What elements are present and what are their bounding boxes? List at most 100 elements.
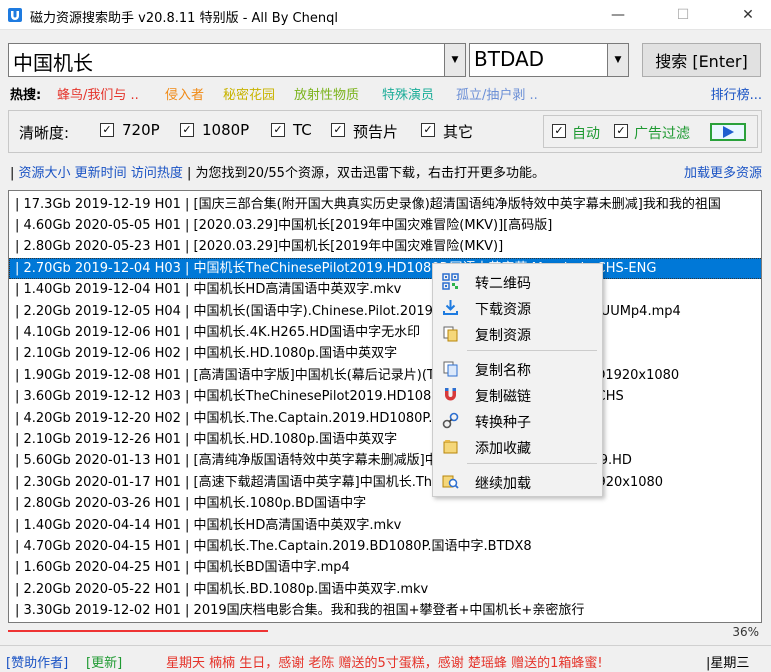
chevron-down-icon: ▼ [614,55,622,65]
progress-fill [8,630,269,632]
search-button[interactable]: 搜索 [Enter] [642,43,761,77]
result-row[interactable]: | 2.10Gb 2019-12-06 H02 | 中国机长.HD.1080p.… [9,343,761,364]
menu-item-continue-load[interactable]: 继续加载 [435,469,600,493]
checkbox-label: 720P [122,121,160,139]
title-bar: 磁力资源搜索助手 v20.8.11 特别版 - All By Chenql — … [0,0,771,30]
result-row[interactable]: | 17.3Gb 2019-12-19 H01 | [国庆三部合集(附开国大典真… [9,194,761,215]
info-row: | 资源大小 更新时间 访问热度 | 为您找到20/55个资源，双击迅雷下载，右… [10,162,762,182]
result-row[interactable]: | 4.60Gb 2020-05-05 H01 | [2020.03.29]中国… [9,215,761,236]
result-row[interactable]: | 4.70Gb 2020-04-15 H01 | 中国机长.The.Capta… [9,536,761,557]
result-row[interactable]: | 2.80Gb 2020-03-26 H01 | 中国机长.1080p.BD国… [9,493,761,514]
menu-item-label: 复制资源 [475,328,531,344]
ranking-link[interactable]: 排行榜... [711,84,762,103]
load-more-link[interactable]: 加载更多资源 [684,162,762,181]
hot-item[interactable]: 特殊演员 [382,84,434,103]
menu-item-qr-code[interactable]: 转二维码 [435,269,600,293]
sort-size-link[interactable]: 资源大小 [19,166,71,181]
checkbox-label: 其它 [443,123,474,141]
filter-group: 清晰度: ✓ 720P ✓ 1080P ✓ TC ✓ 预告片 ✓ 其它 ✓ 自动… [8,110,762,153]
result-row[interactable]: | 2.30Gb 2020-01-17 H01 | [高速下载超清国语中英字幕]… [9,472,761,493]
hot-item[interactable]: 秘密花园 [223,84,275,103]
menu-separator [467,463,597,464]
load-more-icon [442,475,459,489]
checkbox-trailer[interactable]: ✓ [331,123,345,137]
result-row[interactable]: | 4.10Gb 2019-12-06 H01 | 中国机长.4K.H265.H… [9,322,761,343]
menu-item-label: 继续加载 [475,476,531,492]
maximize-button[interactable]: ☐ [660,0,706,30]
menu-item-label: 下载资源 [475,302,531,318]
info-prefix: | [10,166,19,181]
result-row[interactable]: | 1.60Gb 2020-04-25 H01 | 中国机长BD国语中字.mp4 [9,557,761,578]
result-row[interactable]: | 2.20Gb 2020-05-22 H01 | 中国机长.BD.1080p.… [9,579,761,600]
chevron-down-icon: ▼ [451,55,459,65]
checkbox-auto[interactable]: ✓ [552,124,566,138]
minimize-button[interactable]: — [595,0,641,30]
result-row[interactable]: | 1.40Gb 2020-04-14 H01 | 中国机长HD高清国语中英双字… [9,515,761,536]
convert-torrent-icon [442,412,459,429]
hot-item[interactable]: 蜂鸟/我们与 .. [57,84,139,103]
menu-item-convert-torrent[interactable]: 转换种子 [435,408,600,432]
menu-item-label: 复制磁链 [475,389,531,405]
favorite-icon [443,440,458,454]
checkbox-720p[interactable]: ✓ [100,123,114,137]
hot-search-row: 热搜: 蜂鸟/我们与 .. 侵入者 秘密花园 放射性物质 特殊演员 孤立/抽户剥… [10,84,762,104]
result-list[interactable]: | 17.3Gb 2019-12-19 H01 | [国庆三部合集(附开国大典真… [8,190,762,623]
progress-bar [8,630,762,633]
sort-time-link[interactable]: 更新时间 [75,166,127,181]
result-row[interactable]: | 1.90Gb 2019-12-08 H01 | [高清国语中字版]中国机长(… [9,365,761,386]
magnet-app-icon [8,8,22,22]
result-row[interactable]: | 2.10Gb 2019-12-26 H01 | 中国机长.HD.1080p.… [9,429,761,450]
play-icon [723,126,734,138]
magnet-icon [445,388,456,401]
qr-code-icon [442,273,459,290]
auto-label: 自动 [572,126,600,142]
result-row[interactable]: | 1.40Gb 2019-12-04 H01 | 中国机长HD高清国语中英双字… [9,279,761,300]
copy-name-icon [443,361,458,377]
sort-hot-link[interactable]: 访问热度 [131,166,183,181]
menu-item-download[interactable]: 下载资源 [435,295,600,319]
engine-dropdown[interactable]: ▼ [607,43,629,77]
status-bar: [赞助作者] [更新] 星期天 楠楠 生日，感谢 老陈 赠送的5寸蛋糕，感谢 楚… [0,645,771,672]
checkbox-label: 1080P [202,121,250,139]
search-input[interactable]: 中国机长 [8,43,445,77]
weekday-label: |星期三 [706,656,750,671]
play-button[interactable] [710,123,746,141]
progress-percent: 36% [732,625,759,639]
checkbox-tc[interactable]: ✓ [271,123,285,137]
close-button[interactable]: ✕ [725,0,771,30]
hot-item[interactable]: 放射性物质 [294,84,359,103]
donate-link[interactable]: [赞助作者] [6,652,68,671]
download-icon [443,300,458,315]
menu-item-label: 转换种子 [475,415,531,431]
hot-item[interactable]: 孤立/抽户剥 .. [456,84,538,103]
menu-item-label: 转二维码 [475,276,531,292]
result-row[interactable]: | 3.60Gb 2019-12-12 H03 | 中国机长TheChinese… [9,386,761,407]
result-row[interactable]: | 5.60Gb 2020-01-13 H01 | [高清纯净版国语特效中英字幕… [9,450,761,471]
checkbox-other[interactable]: ✓ [421,123,435,137]
window-title: 磁力资源搜索助手 v20.8.11 特别版 - All By Chenql [30,11,338,26]
result-row[interactable]: | 3.30Gb 2019-12-02 H01 | 2019国庆档电影合集。我和… [9,600,761,621]
menu-item-add-favorite[interactable]: 添加收藏 [435,434,600,458]
menu-item-label: 添加收藏 [475,441,531,457]
ad-filter-label: 广告过滤 [634,126,690,142]
result-row[interactable]: | 2.20Gb 2019-12-05 H04 | 中国机长(国语中字).Chi… [9,301,761,322]
resolution-label: 清晰度: [19,124,70,142]
update-link[interactable]: [更新] [86,652,122,671]
hot-item[interactable]: 侵入者 [165,84,204,103]
menu-separator [467,350,597,351]
result-row-selected[interactable]: | 2.70Gb 2019-12-04 H03 | 中国机长TheChinese… [9,258,761,279]
result-message: | 为您找到20/55个资源，双击迅雷下载，右击打开更多功能。 [182,166,545,181]
menu-item-label: 复制名称 [475,363,531,379]
menu-item-copy-resource[interactable]: 复制资源 [435,321,600,345]
checkbox-ad-filter[interactable]: ✓ [614,124,628,138]
search-history-dropdown[interactable]: ▼ [444,43,466,77]
menu-item-copy-name[interactable]: 复制名称 [435,356,600,380]
result-row[interactable]: | 2.80Gb 2020-05-23 H01 | [2020.03.29]中国… [9,236,761,257]
engine-select[interactable]: BTDAD [469,43,609,77]
result-row[interactable]: | 4.20Gb 2019-12-20 H02 | 中国机长.The.Capta… [9,408,761,429]
checkbox-1080p[interactable]: ✓ [180,123,194,137]
menu-item-copy-magnet[interactable]: 复制磁链 [435,382,600,406]
context-menu: 转二维码 下载资源 复制资源 复制名称 复制磁链 转换种子 添加收藏 继续加载 [432,263,603,497]
checkbox-label: 预告片 [353,123,399,141]
status-message: 星期天 楠楠 生日，感谢 老陈 赠送的5寸蛋糕，感谢 楚瑶蜂 赠送的1箱蜂蜜! [166,656,603,671]
